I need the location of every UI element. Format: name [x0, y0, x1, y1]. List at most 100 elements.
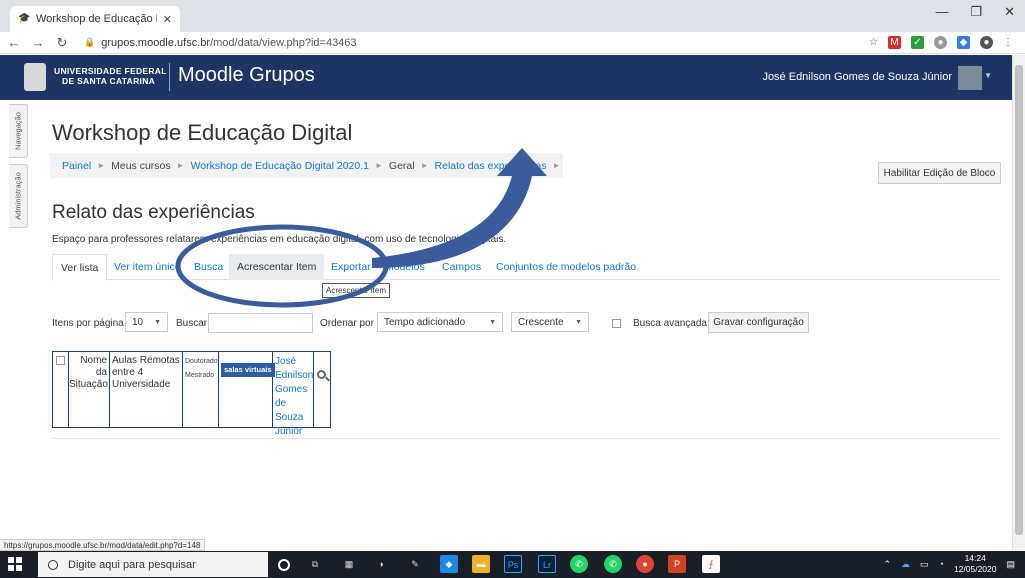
- powerpoint-icon[interactable]: P: [668, 555, 686, 573]
- url-host: grupos.moodle.ufsc.br: [101, 36, 211, 49]
- breadcrumb-item[interactable]: Workshop de Educação Digital 2020.1: [191, 160, 369, 172]
- breadcrumb-item[interactable]: Relato das experiências: [435, 160, 547, 172]
- ufsc-crest-icon[interactable]: [24, 63, 46, 91]
- tag-badge[interactable]: salas virtuais: [221, 363, 275, 377]
- cloud-icon[interactable]: ☁: [901, 559, 910, 570]
- photoshop-icon[interactable]: Ps: [504, 555, 522, 573]
- notifications-icon[interactable]: ▤: [1006, 559, 1015, 570]
- taskbar-search[interactable]: Digite aqui para pesquisar: [38, 552, 268, 577]
- windows-start-icon[interactable]: [8, 557, 22, 571]
- file-explorer-icon[interactable]: ▬: [472, 555, 490, 573]
- tray-expand-icon[interactable]: ⌃: [883, 559, 891, 570]
- search-icon[interactable]: [317, 370, 326, 379]
- extension-check-icon[interactable]: ✓: [911, 36, 924, 49]
- tab-close-icon[interactable]: ✕: [163, 13, 172, 26]
- url-field[interactable]: 🔒 grupos.moodle.ufsc.br/mod/data/view.ph…: [84, 37, 869, 49]
- bookmark-star-icon[interactable]: ☆: [869, 36, 878, 49]
- order-label: Ordenar por: [320, 318, 374, 329]
- status-link-preview: https://grupos.moodle.ufsc.br/mod/data/e…: [0, 539, 206, 551]
- direction-value: Crescente: [518, 316, 564, 328]
- institution-line1: UNIVERSIDADE FEDERAL: [54, 66, 167, 76]
- activity-description: Espaço para professores relatarem experi…: [52, 234, 507, 245]
- tab-view-single[interactable]: Ver item único: [106, 254, 189, 280]
- author-line3: Gomes: [275, 384, 308, 395]
- brand-divider: [169, 63, 170, 91]
- tab-presets[interactable]: Conjuntos de modelos padrão: [488, 254, 644, 280]
- system-tray: ⌃ ☁ ▭ ◔ 14:24 12/05/2020 ▤: [883, 553, 1015, 575]
- app-icon[interactable]: ◑: [372, 555, 390, 573]
- sideblock-administration[interactable]: Administração: [9, 164, 28, 228]
- extension-red-icon[interactable]: M: [888, 36, 901, 49]
- battery-icon[interactable]: ▭: [920, 559, 929, 570]
- institution-name[interactable]: UNIVERSIDADE FEDERAL DE SANTA CATARINA: [54, 66, 167, 86]
- app-icon[interactable]: ✎: [406, 555, 424, 573]
- browser-menu-icon[interactable]: ⋮: [1003, 36, 1013, 49]
- tab-view-list[interactable]: Ver lista: [52, 254, 108, 281]
- sideblock-navigation[interactable]: Navegação: [9, 104, 28, 158]
- tab-export[interactable]: Exportar: [323, 254, 379, 280]
- direction-select[interactable]: Crescente ▼: [511, 312, 589, 332]
- user-avatar[interactable]: [958, 66, 982, 90]
- taskbar-search-placeholder: Digite aqui para pesquisar: [68, 558, 196, 571]
- entry-author[interactable]: José Ednilson Gomes de Souza Júnior: [273, 352, 314, 437]
- breadcrumb-separator-icon: ►: [420, 161, 429, 170]
- pdf-icon[interactable]: ⨍: [702, 555, 720, 573]
- minimize-icon[interactable]: —: [935, 4, 948, 20]
- url-path: /mod/data/view.php?id=43463: [210, 36, 357, 49]
- search-input[interactable]: [208, 313, 313, 333]
- extension-github-icon[interactable]: ●: [934, 36, 947, 49]
- site-name[interactable]: Moodle Grupos: [178, 64, 315, 87]
- situation-line2: entre 4: [112, 367, 144, 378]
- tab-templates[interactable]: Modelos: [377, 254, 433, 280]
- whatsapp-icon[interactable]: ✆: [570, 555, 588, 573]
- forward-icon[interactable]: →: [28, 35, 48, 50]
- whatsapp-icon[interactable]: ✆: [604, 555, 622, 573]
- label-name: Nome: [80, 355, 107, 366]
- maximize-icon[interactable]: ❐: [970, 4, 982, 20]
- clock[interactable]: 14:24 12/05/2020: [954, 553, 997, 575]
- app-icon[interactable]: ◆: [440, 555, 458, 573]
- enable-block-editing-button[interactable]: Habilitar Edição de Bloco: [878, 162, 1001, 184]
- close-window-icon[interactable]: ✕: [1004, 4, 1015, 20]
- tab-search[interactable]: Busca: [186, 254, 231, 280]
- order-select[interactable]: Tempo adicionado ▼: [377, 312, 503, 332]
- tab-add-entry[interactable]: Acrescentar Item: [229, 254, 325, 280]
- label-of: da: [95, 367, 107, 378]
- breadcrumb-separator-icon: ►: [552, 161, 561, 170]
- entry-situation: Aulas Remotas entre 4 Universidade: [110, 352, 183, 427]
- calculator-icon[interactable]: ▦: [340, 555, 358, 573]
- level-masters: Mestrado: [185, 372, 215, 379]
- extension-blue-icon[interactable]: ◆: [957, 36, 970, 49]
- page-scrollbar[interactable]: [1012, 55, 1025, 550]
- browser-tab[interactable]: 🎓 Workshop de Educação Digital 2 ✕: [10, 6, 180, 32]
- advanced-search-checkbox[interactable]: [612, 319, 621, 328]
- entry-tags: salas virtuais: [219, 352, 275, 427]
- browser-tabstrip: 🎓 Workshop de Educação Digital 2 ✕ — ❐ ✕: [0, 0, 1025, 32]
- per-page-select[interactable]: 10 ▼: [125, 312, 168, 332]
- label-situation: Situação:: [69, 379, 111, 390]
- cortana-icon[interactable]: [278, 559, 290, 571]
- user-name[interactable]: José Ednilson Gomes de Souza Júnior: [762, 71, 952, 83]
- screen: { "browser": { "tab_title": "Workshop de…: [0, 0, 1025, 578]
- back-icon[interactable]: ←: [4, 35, 24, 50]
- reload-icon[interactable]: ↻: [52, 35, 72, 51]
- task-view-icon[interactable]: ⧉: [306, 555, 324, 573]
- page-title: Workshop de Educação Digital: [52, 120, 353, 145]
- author-line1: José: [275, 356, 297, 367]
- chevron-down-icon: ▼: [575, 318, 582, 326]
- entry-levels: Doutorado Mestrado: [183, 352, 219, 427]
- chrome-icon[interactable]: ●: [636, 555, 654, 573]
- breadcrumb-item[interactable]: Painel: [62, 160, 91, 172]
- entry-checkbox[interactable]: [56, 356, 65, 365]
- scrollbar-thumb[interactable]: [1015, 65, 1023, 535]
- save-settings-button[interactable]: Gravar configuração: [708, 312, 809, 333]
- clock-date: 12/05/2020: [953, 564, 997, 574]
- network-icon[interactable]: ◔: [939, 559, 944, 569]
- entry-labels: Nome da Situação:: [69, 352, 111, 427]
- tab-fields[interactable]: Campos: [434, 254, 489, 280]
- profile-avatar-icon[interactable]: ●: [980, 36, 993, 49]
- user-menu-caret-icon[interactable]: ▼: [984, 71, 992, 80]
- advanced-search-label: Busca avançada: [633, 318, 707, 329]
- breadcrumb: Painel ► Meus cursos ► Workshop de Educação …: [50, 153, 563, 178]
- lightroom-icon[interactable]: Lr: [538, 555, 556, 573]
